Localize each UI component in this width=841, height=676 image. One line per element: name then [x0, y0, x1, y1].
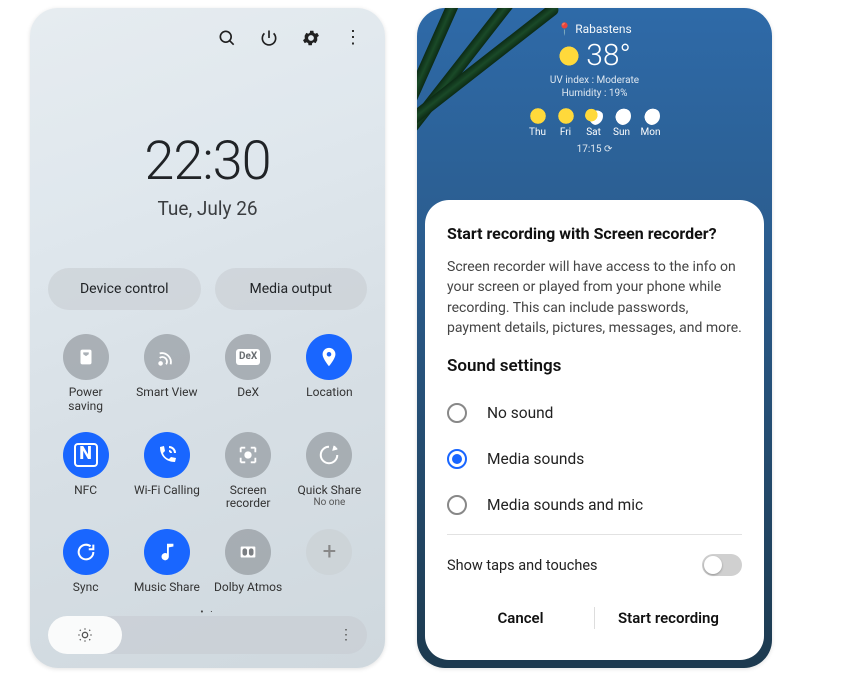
power-icon[interactable] [259, 28, 279, 52]
clock-time: 22:30 [30, 130, 385, 193]
sound-option-label: Media sounds and mic [487, 496, 643, 514]
sync-icon[interactable] [63, 529, 109, 575]
dolby-icon[interactable] [225, 529, 271, 575]
nfc-icon[interactable]: N [63, 432, 109, 478]
radio-icon[interactable] [447, 403, 467, 423]
qs-tile-smart-view[interactable]: Smart View [131, 334, 202, 414]
gear-icon[interactable] [301, 28, 321, 52]
qs-toolbar: ⋮ [30, 8, 385, 52]
start-recording-button[interactable]: Start recording [595, 599, 742, 637]
sun-icon [557, 107, 575, 125]
divider [447, 534, 742, 535]
weather-widget[interactable]: 📍 Rabastens 38° UV index : Moderate Humi… [417, 22, 772, 155]
wificall-icon[interactable] [144, 432, 190, 478]
radio-icon[interactable] [447, 449, 467, 469]
sound-option-label: Media sounds [487, 450, 584, 468]
brightness-handle[interactable] [48, 616, 122, 654]
rec-icon[interactable] [225, 432, 271, 478]
qs-tile-location[interactable]: Location [294, 334, 365, 414]
sound-option-label: No sound [487, 404, 553, 422]
sound-option-media-sounds-and-mic[interactable]: Media sounds and mic [447, 482, 742, 528]
qs-tile-wi-fi-calling[interactable]: Wi-Fi Calling [131, 432, 202, 512]
mix-icon [585, 107, 603, 125]
search-icon[interactable] [217, 28, 237, 52]
forecast-day: Mon [641, 107, 661, 138]
forecast-day: Thu [529, 107, 547, 138]
forecast-day: Sat [585, 107, 603, 138]
show-taps-toggle[interactable] [702, 554, 742, 576]
music-icon[interactable] [144, 529, 190, 575]
weather-temp: 38° [586, 38, 631, 73]
weather-location: Rabastens [575, 22, 632, 36]
sound-option-media-sounds[interactable]: Media sounds [447, 436, 742, 482]
qs-tile-dex[interactable]: DeX DeX [213, 334, 284, 414]
sun-icon [529, 107, 547, 125]
qs-tile-nfc[interactable]: N NFC [50, 432, 121, 512]
tile-label: Dolby Atmos [214, 581, 282, 595]
weather-uv: UV index : Moderate [417, 75, 772, 86]
show-taps-label: Show taps and touches [447, 557, 598, 574]
tile-label: Smart View [136, 386, 197, 400]
plus-icon[interactable]: + [306, 529, 352, 575]
tile-label: Music Share [134, 581, 200, 595]
forecast-day-label: Thu [529, 127, 546, 138]
tile-sublabel: No one [313, 497, 345, 509]
pin-icon[interactable] [306, 334, 352, 380]
qs-tile-sync[interactable]: Sync [50, 529, 121, 595]
qs-tile-dolby-atmos[interactable]: Dolby Atmos [213, 529, 284, 595]
sound-settings-heading: Sound settings [447, 356, 742, 376]
cld-icon [642, 107, 660, 125]
screen-recorder-sheet: Start recording with Screen recorder? Sc… [425, 200, 764, 660]
location-pin-icon: 📍 [557, 22, 572, 36]
sun-icon [558, 45, 580, 67]
qs-tile-quick-share[interactable]: Quick ShareNo one [294, 432, 365, 512]
media-output-button[interactable]: Media output [215, 268, 368, 310]
tile-label: Power saving [50, 386, 121, 414]
tile-label: Sync [73, 581, 99, 595]
weather-humidity: Humidity : 19% [417, 88, 772, 99]
more-icon[interactable]: ⋮ [343, 28, 363, 48]
qs-tile-add[interactable]: + [294, 529, 365, 595]
forecast-day-label: Sun [613, 127, 630, 138]
quick-settings-panel: ⋮ 22:30 Tue, July 26 Device control Medi… [30, 8, 385, 668]
dialog-title: Start recording with Screen recorder? [447, 224, 742, 243]
clock-block: 22:30 Tue, July 26 [30, 130, 385, 220]
cancel-button[interactable]: Cancel [447, 599, 594, 637]
tile-label: Wi-Fi Calling [134, 484, 200, 498]
device-control-button[interactable]: Device control [48, 268, 201, 310]
cast-icon[interactable] [144, 334, 190, 380]
qs-tile-screen-recorder[interactable]: Screen recorder [213, 432, 284, 512]
radio-icon[interactable] [447, 495, 467, 515]
tile-label: Screen recorder [213, 484, 284, 512]
cld-icon [613, 107, 631, 125]
sound-option-no-sound[interactable]: No sound [447, 390, 742, 436]
weather-time: 17:15 ⟳ [417, 144, 772, 155]
brightness-slider[interactable]: ⋮ [48, 616, 367, 654]
tile-label: Quick Share [298, 484, 362, 498]
forecast-day: Sun [613, 107, 631, 138]
tile-label: DeX [237, 386, 259, 400]
tile-label: NFC [74, 484, 97, 498]
dialog-body: Screen recorder will have access to the … [447, 257, 742, 338]
qs-tile-power-saving[interactable]: Power saving [50, 334, 121, 414]
share-icon[interactable] [306, 432, 352, 478]
tile-label: Location [306, 386, 352, 400]
brightness-more-icon[interactable]: ⋮ [339, 627, 353, 643]
dex-icon[interactable]: DeX [225, 334, 271, 380]
leaf-icon[interactable] [63, 334, 109, 380]
clock-date: Tue, July 26 [30, 197, 385, 220]
forecast-day-label: Sat [586, 127, 601, 138]
forecast-day-label: Fri [560, 127, 571, 138]
screen-recorder-dialog-screen: 📍 Rabastens 38° UV index : Moderate Humi… [417, 8, 772, 668]
forecast-day: Fri [557, 107, 575, 138]
forecast-day-label: Mon [641, 127, 661, 138]
qs-tile-music-share[interactable]: Music Share [131, 529, 202, 595]
